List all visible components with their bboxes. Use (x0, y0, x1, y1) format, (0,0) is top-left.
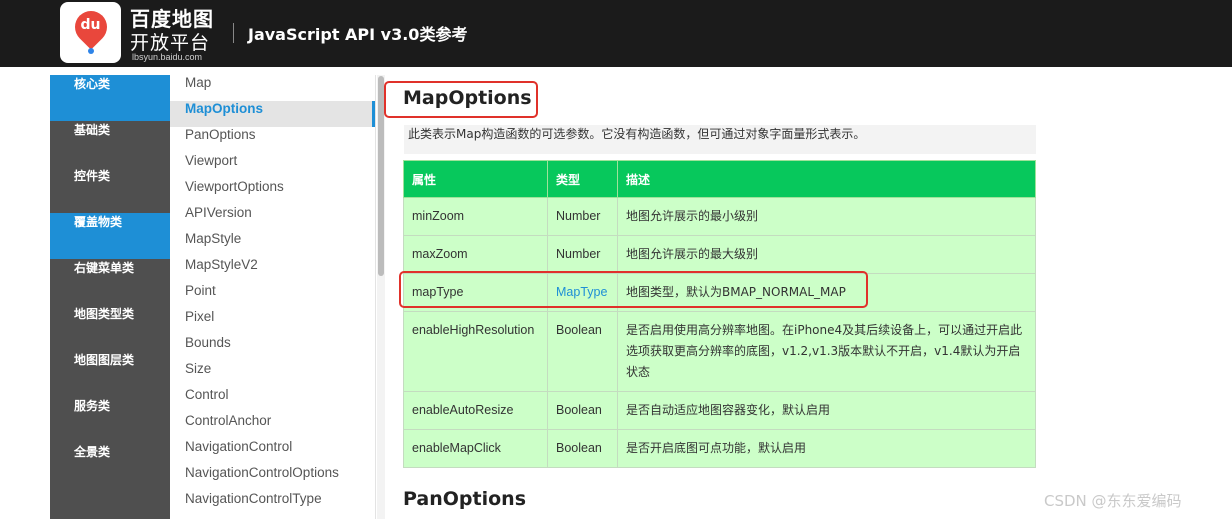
class-item-mapstylev2[interactable]: MapStyleV2 (170, 257, 375, 283)
prop-type: Number (547, 197, 618, 236)
category-sidebar: 核心类 基础类 控件类 覆盖物类 右键菜单类 地图类型类 地图图层类 服务类 全… (50, 75, 170, 519)
prop-description: 地图允许展示的最大级别 (617, 235, 1036, 274)
prop-name: maxZoom (403, 235, 548, 274)
class-item-apiversion[interactable]: APIVersion (170, 205, 375, 231)
location-dot-icon (88, 48, 94, 54)
page-title: JavaScript API v3.0类参考 (248, 25, 468, 44)
column-header-type: 类型 (547, 160, 618, 198)
category-item-map-layers[interactable]: 地图图层类 (50, 351, 170, 397)
category-item-context-menu[interactable]: 右键菜单类 (50, 259, 170, 305)
class-item-mapstyle[interactable]: MapStyle (170, 231, 375, 257)
category-item-map-types[interactable]: 地图类型类 (50, 305, 170, 351)
prop-name: minZoom (403, 197, 548, 236)
category-item-overlays[interactable]: 覆盖物类 (50, 213, 170, 259)
class-item-viewportoptions[interactable]: ViewportOptions (170, 179, 375, 205)
prop-type: Boolean (547, 429, 618, 468)
class-item-point[interactable]: Point (170, 283, 375, 309)
prop-description: 是否自动适应地图容器变化，默认启用 (617, 391, 1036, 430)
class-item-viewport[interactable]: Viewport (170, 153, 375, 179)
table-row: maxZoom Number 地图允许展示的最大级别 (403, 235, 1036, 274)
category-item-controls[interactable]: 控件类 (50, 167, 170, 213)
prop-type: Number (547, 235, 618, 274)
table-row: enableAutoResize Boolean 是否自动适应地图容器变化，默认… (403, 391, 1036, 430)
table-row: minZoom Number 地图允许展示的最小级别 (403, 197, 1036, 236)
prop-description: 是否启用使用高分辨率地图。在iPhone4及其后续设备上，可以通过开启此选项获取… (617, 311, 1036, 392)
class-item-controlanchor[interactable]: ControlAnchor (170, 413, 375, 439)
class-item-mapoptions[interactable]: MapOptions (170, 101, 375, 127)
prop-type: Boolean (547, 391, 618, 430)
properties-table: 属性 类型 描述 minZoom Number 地图允许展示的最小级别 maxZ… (403, 160, 1036, 468)
class-item-navigationcontroltype[interactable]: NavigationControlType (170, 491, 375, 517)
prop-name: enableMapClick (403, 429, 548, 468)
category-item-basic[interactable]: 基础类 (50, 121, 170, 167)
table-row: enableMapClick Boolean 是否开启底图可点功能，默认启用 (403, 429, 1036, 468)
class-item-navigationcontrol[interactable]: NavigationControl (170, 439, 375, 465)
logo-mark-text: du (80, 17, 101, 33)
class-item-control[interactable]: Control (170, 387, 375, 413)
class-item-size[interactable]: Size (170, 361, 375, 387)
prop-type: Boolean (547, 311, 618, 392)
header-divider (233, 23, 234, 43)
prop-description: 地图允许展示的最小级别 (617, 197, 1036, 236)
table-header-row: 属性 类型 描述 (403, 160, 1036, 198)
column-header-description: 描述 (617, 160, 1036, 198)
prop-name: enableAutoResize (403, 391, 548, 430)
class-item-bounds[interactable]: Bounds (170, 335, 375, 361)
class-item-pixel[interactable]: Pixel (170, 309, 375, 335)
class-item-panoptions[interactable]: PanOptions (170, 127, 375, 153)
class-item-navigationcontroloptions[interactable]: NavigationControlOptions (170, 465, 375, 491)
prop-name: enableHighResolution (403, 311, 548, 392)
category-item-services[interactable]: 服务类 (50, 397, 170, 443)
class-description: 此类表示Map构造函数的可选参数。它没有构造函数，但可通过对象字面量形式表示。 (404, 125, 1036, 154)
top-header: du 百度地图 开放平台 lbsyun.baidu.com JavaScript… (0, 0, 1232, 67)
category-item-core[interactable]: 核心类 (50, 75, 170, 121)
next-class-heading: PanOptions (403, 488, 526, 510)
annotation-box-heading (384, 81, 538, 118)
table-row: enableHighResolution Boolean 是否启用使用高分辨率地… (403, 311, 1036, 392)
csdn-watermark: CSDN @东东爱编码 (1044, 492, 1182, 510)
baidu-map-logo[interactable]: du (60, 2, 121, 63)
category-item-panorama[interactable]: 全景类 (50, 443, 170, 489)
class-item-map[interactable]: Map (170, 75, 375, 101)
brand-subtitle: 开放平台 (130, 32, 211, 54)
brand-url: lbsyun.baidu.com (132, 52, 203, 62)
class-list: Map MapOptions PanOptions Viewport Viewp… (170, 75, 376, 519)
annotation-box-maptype-row (399, 271, 868, 308)
prop-description: 是否开启底图可点功能，默认启用 (617, 429, 1036, 468)
column-header-property: 属性 (403, 160, 548, 198)
